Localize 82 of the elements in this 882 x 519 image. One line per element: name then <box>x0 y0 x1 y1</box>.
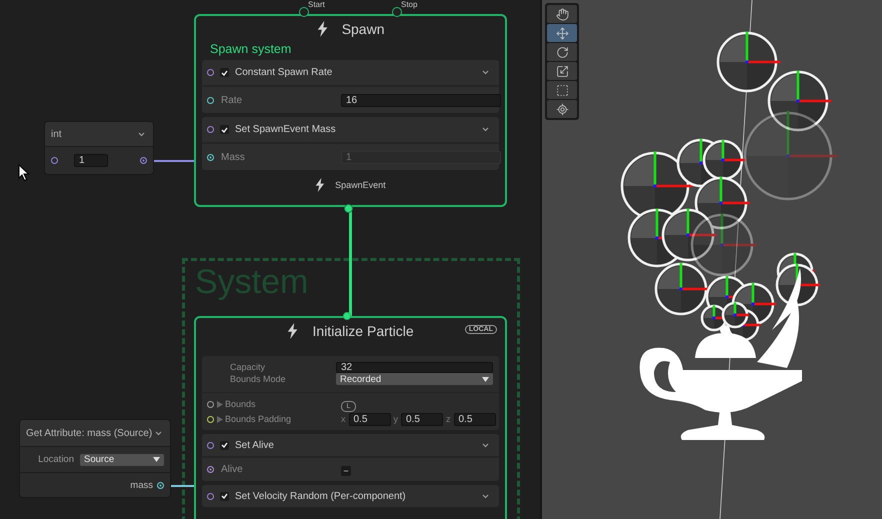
port-label: Stop <box>401 0 418 9</box>
scale-icon <box>556 64 568 78</box>
block-title: Constant Spawn Rate <box>235 67 332 78</box>
tool-button[interactable] <box>547 24 577 42</box>
setting-label: Capacity <box>230 362 266 372</box>
rotate-icon <box>556 46 568 58</box>
input-field[interactable]: 16 <box>341 94 501 106</box>
block-title: Set SpawnEvent Mass <box>235 124 336 135</box>
move-icon <box>556 26 568 40</box>
flow-port[interactable] <box>343 312 351 320</box>
block-checkbox[interactable] <box>220 125 229 134</box>
input-field[interactable]: 0.5 <box>401 412 443 426</box>
node-title: int <box>51 128 62 140</box>
chevron-icon[interactable] <box>155 430 162 436</box>
int-node[interactable]: int 1 <box>45 122 153 174</box>
caret-icon <box>482 376 489 382</box>
axis-label: x <box>341 414 346 424</box>
input-port[interactable] <box>207 154 214 160</box>
tool-button[interactable] <box>547 81 577 99</box>
node-title: Get Attribute: mass (Source) <box>26 428 152 438</box>
flow-port[interactable] <box>207 442 214 448</box>
flow-port[interactable] <box>299 7 309 17</box>
field-label: Bounds <box>225 399 257 409</box>
tool-button[interactable] <box>547 5 577 23</box>
dropdown[interactable]: Recorded <box>336 373 493 385</box>
input-field[interactable]: 0.5 <box>348 412 390 426</box>
expand-icon[interactable] <box>217 400 223 408</box>
chevron-icon[interactable] <box>482 494 489 498</box>
input-port[interactable] <box>207 466 214 473</box>
toggle-field[interactable]: − <box>341 466 351 476</box>
axis-label: z <box>446 414 450 424</box>
context-subtitle: Spawn system <box>209 42 292 56</box>
expand-icon[interactable] <box>217 416 223 422</box>
flow-port[interactable] <box>207 69 214 76</box>
flow-port[interactable] <box>207 492 214 500</box>
flow-port[interactable] <box>344 204 353 213</box>
block-checkbox[interactable] <box>220 492 229 500</box>
chevron-icon[interactable] <box>482 442 489 448</box>
spawn-context[interactable]: Spawn Spawn system Constant Spawn Rate Rate 16 Set SpawnEvent Mass Mass 1 SpawnEvent <box>194 14 507 207</box>
hand-icon <box>556 8 568 20</box>
field-label: Location <box>38 454 74 465</box>
lightning-icon <box>316 21 328 37</box>
axis-label: y <box>394 414 398 424</box>
tool-button[interactable] <box>547 62 577 80</box>
output-port[interactable] <box>140 157 147 164</box>
value-field[interactable]: 1 <box>74 154 108 167</box>
mouse-cursor-icon <box>18 164 30 182</box>
chevron-icon[interactable] <box>482 127 489 132</box>
field-label: Mass <box>221 152 246 162</box>
tool-button[interactable] <box>547 100 577 118</box>
context-title: Initialize Particle <box>312 323 414 339</box>
setting-label: Bounds Mode <box>230 374 287 384</box>
chevron-icon[interactable] <box>138 132 145 136</box>
dropdown[interactable]: Source <box>80 454 164 466</box>
rect-select-icon <box>556 84 568 96</box>
input-port[interactable] <box>51 157 58 164</box>
input-port[interactable] <box>207 416 214 422</box>
block-checkbox[interactable] <box>220 440 229 450</box>
context-title: Spawn <box>342 21 384 37</box>
output-port[interactable] <box>157 482 164 488</box>
lightning-icon <box>287 323 299 339</box>
input-field[interactable]: 32 <box>336 362 493 372</box>
get-attribute-node[interactable]: Get Attribute: mass (Source) Location Source mass <box>20 420 170 497</box>
lightning-icon <box>315 178 326 192</box>
input-field[interactable]: 0.5 <box>454 412 496 426</box>
port-label: mass <box>130 480 153 490</box>
flow-port[interactable] <box>207 126 214 133</box>
field-label: Bounds Padding <box>225 414 292 424</box>
caret-icon <box>153 457 160 462</box>
crosshair-icon <box>556 102 568 116</box>
block-title: Set Velocity Random (Per-component) <box>235 490 406 502</box>
event-label: SpawnEvent <box>335 180 386 190</box>
field-label: Rate <box>221 94 244 106</box>
chevron-icon[interactable] <box>482 70 489 75</box>
input-port[interactable] <box>207 400 214 408</box>
tool-button[interactable] <box>547 43 577 61</box>
port-label: Start <box>308 0 325 9</box>
input-port[interactable] <box>207 96 214 104</box>
block-title: Set Alive <box>235 440 274 450</box>
block-checkbox[interactable] <box>220 68 229 77</box>
field-label: Alive <box>221 464 244 475</box>
flow-port[interactable] <box>392 7 402 17</box>
